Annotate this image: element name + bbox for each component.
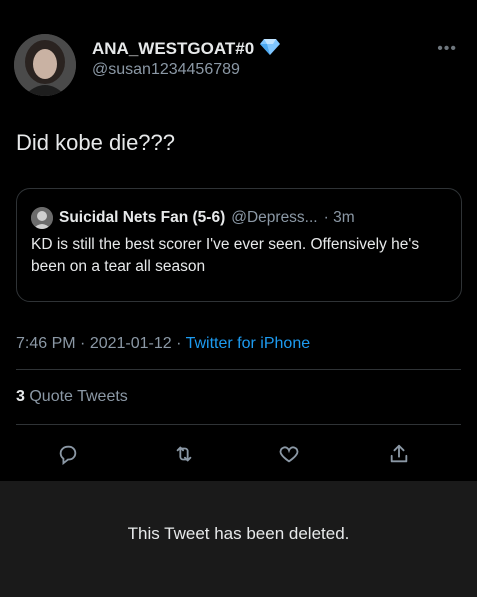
quoted-text: KD is still the best scorer I've ever se… [31, 236, 420, 275]
handle[interactable]: @susan1234456789 [92, 61, 240, 79]
divider [16, 424, 461, 425]
quoted-time: · 3m [323, 209, 355, 226]
like-icon[interactable] [274, 439, 304, 469]
action-bar [0, 437, 477, 471]
meta-separator: · [80, 335, 90, 352]
avatar[interactable] [14, 34, 76, 96]
avatar-image [14, 34, 76, 96]
tweet-date: 2021-01-12 [89, 335, 172, 352]
more-dots-icon[interactable]: ••• [437, 40, 457, 58]
tweet-text: Did kobe die??? [16, 130, 176, 155]
share-icon[interactable] [384, 439, 414, 469]
meta-separator: · [176, 335, 186, 352]
retweet-icon[interactable] [169, 439, 199, 469]
quote-tweets-count: 3 [16, 388, 25, 405]
author-name-row: ANA_WESTGOAT#0 [92, 38, 281, 60]
quoted-header: Suicidal Nets Fan (5-6) @Depress... · 3m [31, 207, 355, 229]
tweet-source[interactable]: Twitter for iPhone [186, 335, 311, 352]
tweet-meta: 7:46 PM · 2021-01-12 · Twitter for iPhon… [16, 335, 310, 353]
quoted-tweet[interactable]: Suicidal Nets Fan (5-6) @Depress... · 3m… [16, 188, 462, 302]
tweet: ANA_WESTGOAT#0 @susan1234456789 ••• Did … [0, 0, 477, 481]
display-name[interactable]: ANA_WESTGOAT#0 [92, 39, 254, 59]
quote-tweets-link[interactable]: 3 Quote Tweets [16, 388, 128, 406]
tweet-time: 7:46 PM [16, 335, 76, 352]
divider [16, 369, 461, 370]
reply-icon[interactable] [53, 439, 83, 469]
quoted-handle: @Depress... [231, 209, 318, 226]
deleted-notice: This Tweet has been deleted. [127, 524, 350, 543]
quoted-name: Suicidal Nets Fan (5-6) [59, 209, 226, 226]
deleted-notice-bar: This Tweet has been deleted. [0, 481, 477, 597]
quoted-avatar [31, 207, 53, 229]
diamond-icon [260, 38, 281, 60]
quote-tweets-label: Quote Tweets [29, 388, 128, 405]
